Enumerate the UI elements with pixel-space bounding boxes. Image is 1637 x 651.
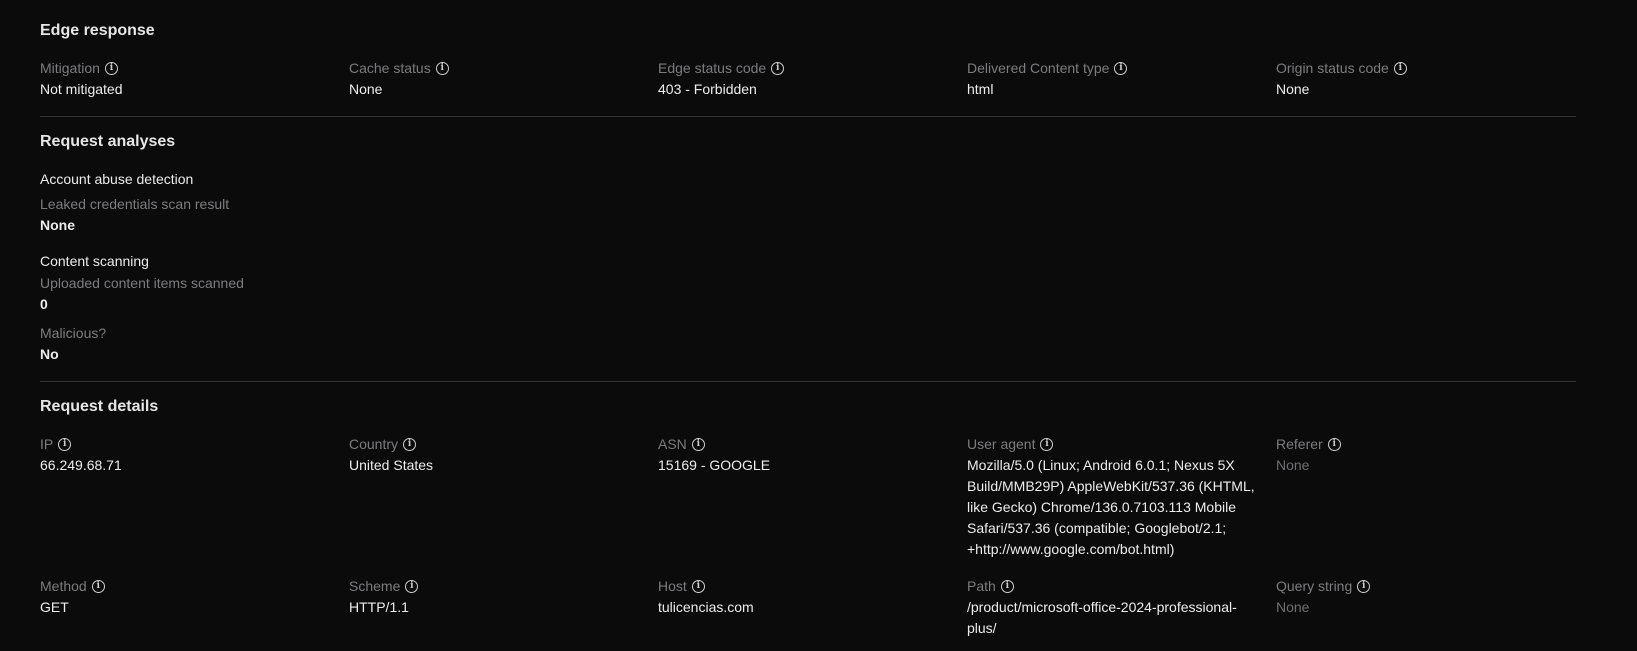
field-label: Mitigation xyxy=(40,60,100,76)
field-value: None xyxy=(1276,599,1310,615)
field-value: 403 - Forbidden xyxy=(658,81,757,97)
info-icon[interactable]: i xyxy=(691,579,705,593)
field-label: Origin status code xyxy=(1276,60,1389,76)
field-value: GET xyxy=(40,599,69,615)
field-label: Query string xyxy=(1276,578,1353,594)
delivered-content-type-field: Delivered Content type i html xyxy=(967,58,1257,100)
referer-field: Referer i None xyxy=(1276,434,1566,476)
field-value: 15169 - GOOGLE xyxy=(658,457,771,473)
field-value: None xyxy=(1276,457,1310,473)
info-icon[interactable]: i xyxy=(1040,437,1054,451)
user-agent-field: User agent i Mozilla/5.0 (Linux; Android … xyxy=(967,434,1257,560)
leaked-credentials-field: Leaked credentials scan result None xyxy=(40,194,330,236)
field-value: html xyxy=(967,81,994,97)
field-value: HTTP/1.1 xyxy=(349,599,409,615)
field-label: Path xyxy=(967,578,996,594)
info-icon[interactable]: i xyxy=(104,61,118,75)
field-label: Scheme xyxy=(349,578,401,594)
field-label: Leaked credentials scan result xyxy=(40,196,230,212)
section-divider xyxy=(40,381,1576,382)
info-icon[interactable]: i xyxy=(1114,61,1128,75)
field-value: 0 xyxy=(40,296,48,312)
content-scanning-heading: Content scanning xyxy=(40,253,149,269)
field-label: Delivered Content type xyxy=(967,60,1110,76)
info-icon[interactable]: i xyxy=(1327,437,1341,451)
field-label: User agent xyxy=(967,436,1036,452)
origin-status-code-field: Origin status code i None xyxy=(1276,58,1566,100)
edge-response-title: Edge response xyxy=(40,22,155,39)
field-value: United States xyxy=(349,457,434,473)
account-abuse-heading: Account abuse detection xyxy=(40,171,194,187)
field-value: /product/microsoft-office-2024-professio… xyxy=(967,599,1237,636)
field-label: Referer xyxy=(1276,436,1323,452)
path-field: Path i /product/microsoft-office-2024-pro… xyxy=(967,576,1257,639)
field-label: IP xyxy=(40,436,54,452)
field-label: Edge status code xyxy=(658,60,767,76)
field-label: ASN xyxy=(658,436,687,452)
field-value: tulicencias.com xyxy=(658,599,754,615)
info-icon[interactable]: i xyxy=(403,437,417,451)
info-icon[interactable]: i xyxy=(1000,579,1014,593)
section-divider xyxy=(40,116,1576,117)
edge-status-code-field: Edge status code i 403 - Forbidden xyxy=(658,58,948,100)
asn-field: ASN i 15169 - GOOGLE xyxy=(658,434,948,476)
info-icon[interactable]: i xyxy=(58,437,72,451)
field-value: None xyxy=(349,81,383,97)
info-icon[interactable]: i xyxy=(691,437,705,451)
field-label: Country xyxy=(349,436,399,452)
uploaded-items-field: Uploaded content items scanned 0 xyxy=(40,273,330,315)
cache-status-field: Cache status i None xyxy=(349,58,639,100)
request-details-title: Request details xyxy=(40,398,159,415)
field-label: Method xyxy=(40,578,87,594)
info-icon[interactable]: i xyxy=(405,579,419,593)
field-label: Malicious? xyxy=(40,325,107,341)
field-value: Not mitigated xyxy=(40,81,123,97)
field-value: None xyxy=(1276,81,1310,97)
ip-field: IP i 66.249.68.71 xyxy=(40,434,330,476)
method-field: Method i GET xyxy=(40,576,330,618)
info-icon[interactable]: i xyxy=(1357,579,1371,593)
field-label: Host xyxy=(658,578,687,594)
info-icon[interactable]: i xyxy=(1393,61,1407,75)
info-icon[interactable]: i xyxy=(435,61,449,75)
field-value: Mozilla/5.0 (Linux; Android 6.0.1; Nexus… xyxy=(967,457,1255,557)
scheme-field: Scheme i HTTP/1.1 xyxy=(349,576,639,618)
mitigation-field: Mitigation i Not mitigated xyxy=(40,58,330,100)
info-icon[interactable]: i xyxy=(91,579,105,593)
country-field: Country i United States xyxy=(349,434,639,476)
request-analyses-title: Request analyses xyxy=(40,133,176,150)
host-field: Host i tulicencias.com xyxy=(658,576,948,618)
field-label: Cache status xyxy=(349,60,431,76)
field-value: 66.249.68.71 xyxy=(40,457,122,473)
field-label: Uploaded content items scanned xyxy=(40,275,244,291)
field-value: No xyxy=(40,346,59,362)
field-value: None xyxy=(40,217,75,233)
info-icon[interactable]: i xyxy=(771,61,785,75)
query-string-field: Query string i None xyxy=(1276,576,1566,618)
malicious-field: Malicious? No xyxy=(40,323,330,365)
